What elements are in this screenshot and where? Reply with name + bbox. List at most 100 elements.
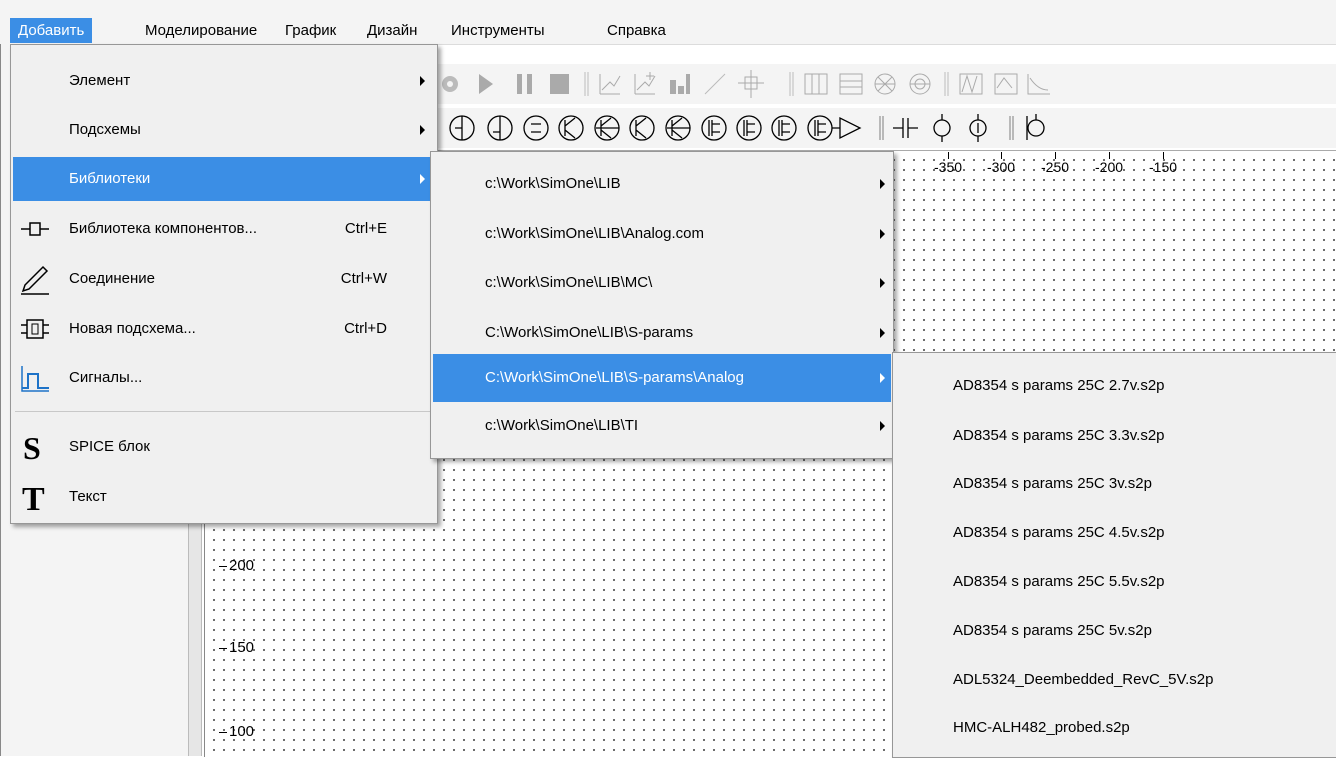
x-tick-label: -300: [987, 152, 1016, 175]
mosfet-icon[interactable]: [701, 115, 727, 141]
submenu-arrow-icon: [880, 229, 885, 239]
file-label: AD8354 s params 25C 3v.s2p: [953, 475, 1152, 492]
diode-component-icon[interactable]: [449, 115, 475, 141]
sparam-file-item[interactable]: AD8354 s params 25C 2.7v.s2p: [895, 361, 1335, 411]
menu-item-shortcut: Ctrl+D: [344, 320, 387, 337]
polar-chart-icon[interactable]: [909, 73, 931, 95]
menu-item-element[interactable]: Элемент: [13, 59, 435, 103]
mosfet-dep-icon[interactable]: [807, 115, 833, 141]
libraries-submenu: c:\Work\SimOne\LIB c:\Work\SimOne\LIB\An…: [430, 151, 894, 459]
add-plot-icon[interactable]: [634, 72, 656, 95]
library-path-label: c:\Work\SimOne\LIB\TI: [485, 417, 639, 434]
menu-item-signals[interactable]: Сигналы...: [13, 356, 435, 400]
line-tool-icon[interactable]: [704, 73, 726, 95]
menu-item-label: SPICE блок: [69, 438, 150, 455]
capacitor-icon[interactable]: [893, 118, 918, 138]
sparam-file-item[interactable]: ADL5324_Deembedded_RevC_5V.s2p: [895, 655, 1335, 705]
menu-item-label: Сигналы...: [69, 369, 143, 386]
menu-design[interactable]: Дизайн: [359, 18, 425, 43]
voltage-source-icon[interactable]: [933, 114, 951, 142]
menu-item-text[interactable]: T Текст: [13, 475, 435, 519]
menu-item-label: Соединение: [69, 270, 155, 287]
stop-icon[interactable]: [550, 74, 569, 94]
text-t-icon: T: [22, 481, 45, 513]
x-tick-label: -350: [934, 152, 963, 175]
x-tick-label: -250: [1041, 152, 1070, 175]
submenu-arrow-icon: [880, 278, 885, 288]
menu-item-label: Новая подсхема...: [69, 320, 196, 337]
y-tick-label: 100: [218, 723, 255, 740]
menu-graph[interactable]: График: [277, 18, 344, 43]
gate-component-icon[interactable]: [523, 115, 549, 141]
x-tick-label: -200: [1095, 152, 1124, 175]
sparam-file-item[interactable]: AD8354 s params 25C 3.3v.s2p: [895, 411, 1335, 461]
library-path-label: C:\Work\SimOne\LIB\S-params\Analog: [485, 369, 744, 386]
pause-icon[interactable]: [517, 74, 532, 94]
columns-icon[interactable]: [804, 73, 828, 95]
y-tick-label: 150: [218, 639, 255, 656]
submenu-arrow-icon: [880, 421, 885, 431]
plot-icon[interactable]: [599, 74, 621, 95]
file-label: AD8354 s params 25C 4.5v.s2p: [953, 524, 1165, 541]
menu-item-libraries[interactable]: Библиотеки: [13, 157, 435, 201]
sparam-file-item[interactable]: AD8354 s params 25C 4.5v.s2p: [895, 508, 1335, 558]
submenu-arrow-icon: [880, 328, 885, 338]
library-path-item-selected[interactable]: C:\Work\SimOne\LIB\S-params\Analog: [433, 354, 891, 402]
add-menu: Элемент Подсхемы Библиотеки Библиотека к…: [10, 44, 438, 524]
npn-transistor-icon[interactable]: [558, 115, 584, 141]
menu-item-subcircuits[interactable]: Подсхемы: [13, 108, 435, 152]
menu-help[interactable]: Справка: [599, 18, 674, 43]
menu-simulation[interactable]: Моделирование: [137, 18, 265, 43]
file-label: AD8354 s params 25C 2.7v.s2p: [953, 377, 1165, 394]
menu-item-label: Библиотеки: [69, 170, 151, 187]
menu-item-shortcut: Ctrl+E: [344, 220, 387, 237]
mosfet-n-icon[interactable]: [771, 115, 797, 141]
transistor-icon[interactable]: [629, 115, 655, 141]
subcircuit-icon: [21, 319, 49, 339]
svg-text:S: S: [23, 431, 41, 463]
transistor-alt-icon[interactable]: [665, 115, 691, 141]
frequency-icon[interactable]: [994, 73, 1018, 95]
pnp-transistor-icon[interactable]: [594, 115, 620, 141]
opamp-icon[interactable]: [832, 116, 862, 140]
y-tick-label: 200: [218, 557, 255, 574]
menu-add[interactable]: Добавить: [10, 18, 93, 43]
sparam-file-item[interactable]: AD8354 s params 25C 5v.s2p: [895, 606, 1335, 656]
submenu-arrow-icon: [420, 76, 425, 86]
mosfet-p-icon[interactable]: [736, 115, 762, 141]
file-label: AD8354 s params 25C 5v.s2p: [953, 622, 1152, 639]
rows-icon[interactable]: [839, 73, 863, 95]
run-icon[interactable]: [479, 74, 493, 94]
jfet-component-icon[interactable]: [487, 115, 513, 141]
submenu-arrow-icon: [880, 179, 885, 189]
transient-icon[interactable]: [1027, 74, 1050, 95]
menu-item-spice-block[interactable]: S SPICE блок: [13, 425, 435, 469]
bar-chart-icon[interactable]: [670, 74, 690, 94]
crosshair-icon[interactable]: [738, 70, 764, 98]
submenu-arrow-icon: [420, 125, 425, 135]
smith-chart-icon[interactable]: [874, 73, 896, 95]
settings-gear-icon[interactable]: [442, 76, 458, 92]
menu-item-label: Подсхемы: [69, 121, 141, 138]
submenu-arrow-icon: [880, 373, 885, 383]
sparam-file-item[interactable]: HMC-ALH482_probed.s2p: [895, 703, 1335, 753]
file-label: ADL5324_Deembedded_RevC_5V.s2p: [953, 671, 1214, 688]
probe-icon[interactable]: [1026, 114, 1045, 140]
spice-s-icon: S: [23, 431, 41, 463]
menu-item-connection[interactable]: Соединение Ctrl+W: [13, 257, 435, 301]
menu-tools[interactable]: Инструменты: [443, 18, 553, 43]
menu-item-new-subcircuit[interactable]: Новая подсхема... Ctrl+D: [13, 307, 435, 351]
menu-bar: Добавить Моделирование График Дизайн Инс…: [0, 0, 1336, 45]
pulse-signal-icon: [21, 366, 49, 392]
pencil-icon: [21, 265, 49, 295]
waveform-icon[interactable]: [959, 73, 983, 95]
menu-item-label: Текст: [69, 488, 107, 505]
sparam-file-item[interactable]: AD8354 s params 25C 3v.s2p: [895, 459, 1335, 509]
file-label: AD8354 s params 25C 5.5v.s2p: [953, 573, 1165, 590]
menu-item-component-library[interactable]: Библиотека компонентов... Ctrl+E: [13, 207, 435, 251]
current-source-icon[interactable]: [969, 114, 987, 142]
sparam-file-item[interactable]: AD8354 s params 25C 5.5v.s2p: [895, 557, 1335, 607]
menu-separator: [15, 411, 433, 412]
library-path-item[interactable]: c:\Work\SimOne\LIB\TI: [433, 402, 891, 450]
component-library-icon: [21, 222, 49, 236]
